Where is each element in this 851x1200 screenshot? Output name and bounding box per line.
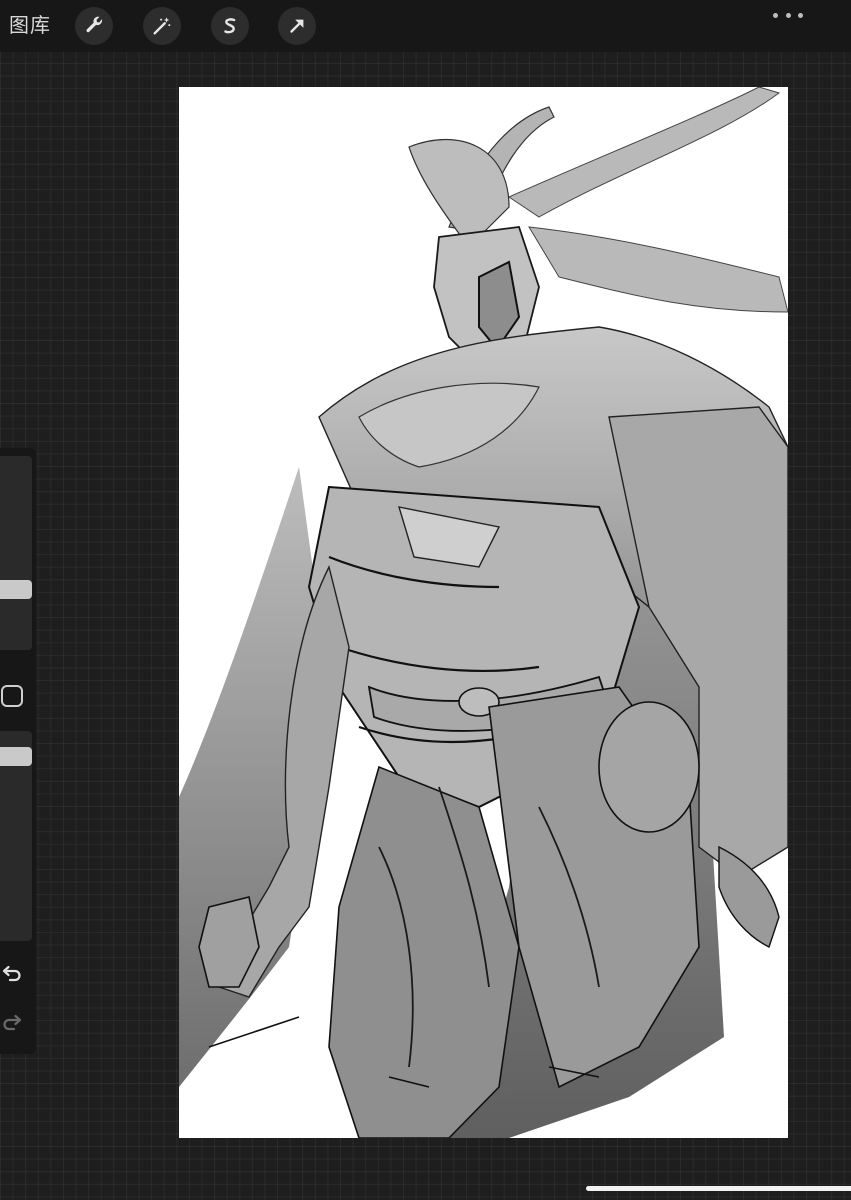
adjustments-button[interactable] xyxy=(143,7,181,45)
dot xyxy=(798,12,803,18)
more-dots-icon[interactable] xyxy=(773,8,803,22)
sketch-artwork xyxy=(179,87,788,1138)
actions-button[interactable] xyxy=(75,7,113,45)
gallery-button[interactable]: 图库 xyxy=(9,12,51,38)
drawing-canvas[interactable] xyxy=(179,87,788,1138)
dot xyxy=(773,12,778,18)
selection-s-icon xyxy=(224,18,236,34)
opacity-thumb[interactable] xyxy=(0,747,32,766)
transform-button[interactable] xyxy=(278,7,316,45)
selection-button[interactable] xyxy=(211,7,249,45)
redo-icon[interactable] xyxy=(0,1011,24,1035)
left-leg xyxy=(328,765,520,1138)
left-sidebar xyxy=(0,448,36,1054)
undo-icon[interactable] xyxy=(0,962,24,986)
brush-size-slider[interactable] xyxy=(0,456,32,650)
opacity-slider[interactable] xyxy=(0,731,32,941)
square-modify-icon[interactable] xyxy=(1,685,23,707)
arrow-cursor-icon xyxy=(290,19,304,33)
top-toolbar: 图库 xyxy=(0,0,851,52)
dot xyxy=(785,12,791,18)
home-indicator[interactable] xyxy=(586,1186,851,1191)
magic-wand-icon xyxy=(153,17,171,35)
knee-guard xyxy=(598,701,700,833)
hair-strand xyxy=(507,87,781,218)
brush-size-thumb[interactable] xyxy=(0,580,32,599)
wrench-icon xyxy=(86,16,103,33)
procreate-workspace: 图库 xyxy=(0,0,851,1200)
hair-strand xyxy=(528,226,788,313)
